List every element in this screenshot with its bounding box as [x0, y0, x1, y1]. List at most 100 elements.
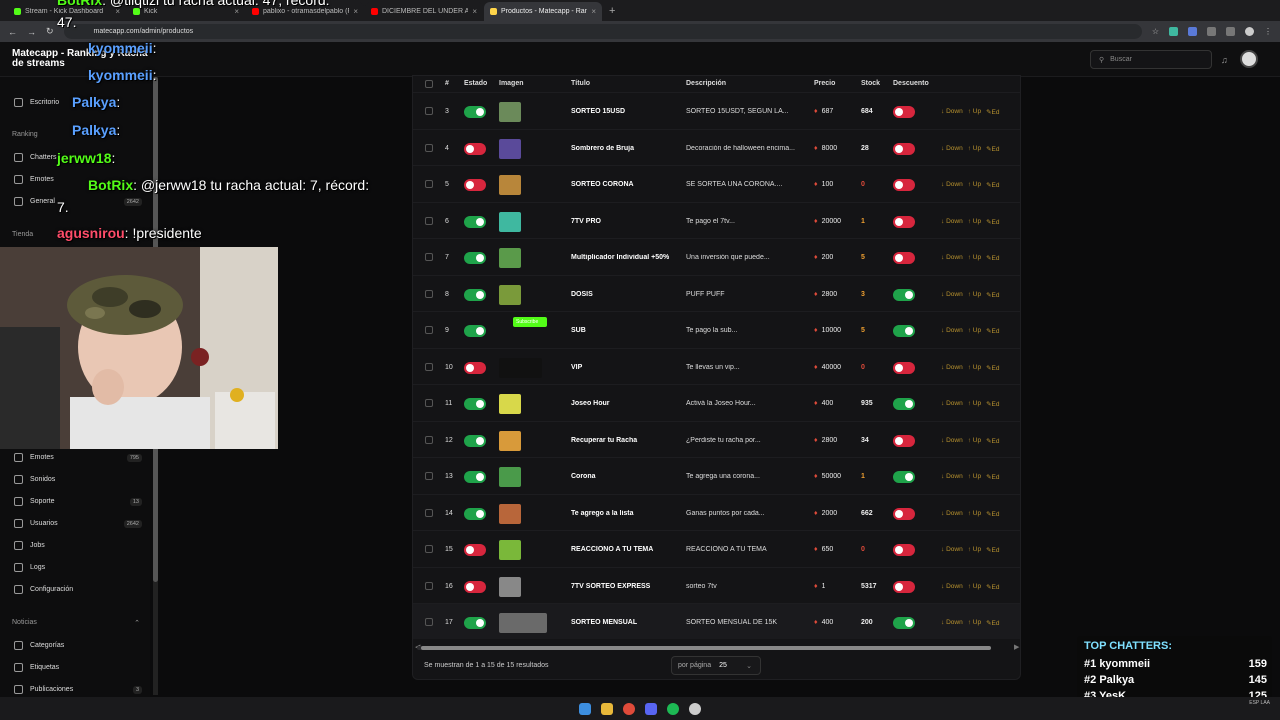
sidebar-item[interactable]: General 2642 [14, 197, 142, 206]
sidebar-item[interactable]: Etiquetas [14, 663, 142, 672]
estado-toggle[interactable] [464, 434, 486, 447]
row-checkbox[interactable] [425, 143, 433, 152]
table-row[interactable]: 10 VIP Te llevas un vip... ♦ 40000 0 ↓ Down ↑ U… [413, 347, 1020, 384]
estado-toggle[interactable] [464, 252, 486, 264]
row-checkbox[interactable] [425, 289, 433, 298]
descuento-toggle[interactable] [893, 507, 915, 520]
move-up-button[interactable]: ↑ Up [968, 327, 981, 335]
bookmark-star-icon[interactable]: ☆ [1152, 27, 1159, 36]
file-explorer-icon[interactable] [601, 702, 613, 715]
row-checkbox[interactable] [425, 107, 433, 115]
search-input[interactable]: ⚲ Buscar [1090, 50, 1212, 69]
extension-icon[interactable] [1207, 27, 1216, 36]
table-row[interactable]: 4 Sombrero de Bruja Decoración de hallowee… [413, 128, 1020, 165]
move-up-button[interactable]: ↑ Up [968, 254, 981, 262]
row-checkbox[interactable] [425, 216, 433, 225]
move-down-button[interactable]: ↓ Down [941, 145, 963, 153]
col-num[interactable]: # [445, 80, 449, 87]
table-row[interactable]: 12 Recuperar tu Racha ¿Perdiste tu racha p… [413, 420, 1020, 457]
sidebar-section-heading[interactable]: Noticias ⌃ [12, 619, 140, 627]
descuento-toggle[interactable] [893, 106, 915, 118]
table-row[interactable]: 11 Joseo Hour Activá la Joseo Hour... ♦ 400 9… [413, 384, 1020, 420]
close-tab-icon[interactable]: × [234, 7, 239, 16]
user-avatar[interactable] [1240, 50, 1258, 68]
move-up-button[interactable]: ↑ Up [968, 473, 981, 481]
move-up-button[interactable]: ↑ Up [968, 510, 981, 518]
move-down-button[interactable]: ↓ Down [941, 546, 963, 554]
move-down-button[interactable]: ↓ Down [941, 254, 963, 262]
col-descuento[interactable]: Descuento [893, 80, 929, 87]
move-down-button[interactable]: ↓ Down [941, 108, 963, 116]
close-tab-icon[interactable]: × [353, 7, 358, 16]
row-checkbox[interactable] [425, 362, 433, 371]
edit-button[interactable]: ✎Ed [986, 108, 999, 116]
move-down-button[interactable]: ↓ Down [941, 218, 963, 226]
move-down-button[interactable]: ↓ Down [941, 583, 963, 591]
estado-toggle[interactable] [464, 215, 486, 228]
move-down-button[interactable]: ↓ Down [941, 473, 963, 481]
move-up-button[interactable]: ↑ Up [968, 546, 981, 554]
col-estado[interactable]: Estado [464, 80, 487, 87]
move-down-button[interactable]: ↓ Down [941, 619, 963, 627]
move-down-button[interactable]: ↓ Down [941, 510, 963, 518]
move-up-button[interactable]: ↑ Up [968, 181, 981, 189]
sidebar-item[interactable]: Usuarios 2642 [14, 519, 142, 528]
move-up-button[interactable]: ↑ Up [968, 218, 981, 226]
sidebar-item[interactable]: Categorías [14, 641, 142, 650]
table-row[interactable]: 16 7TV SORTEO EXPRESS sorteo 7tv ♦ 1 5317 ↓ Do… [413, 566, 1020, 603]
descuento-toggle[interactable] [893, 398, 915, 410]
table-row[interactable]: 8 DOSIS PUFF PUFF ♦ 2800 3 ↓ Down ↑ Up ✎Ed [413, 274, 1020, 311]
estado-toggle[interactable] [464, 471, 486, 483]
chrome-icon[interactable] [623, 702, 635, 715]
estado-toggle[interactable] [464, 398, 486, 410]
discord-icon[interactable] [645, 702, 657, 715]
row-checkbox[interactable] [425, 618, 433, 626]
edit-button[interactable]: ✎Ed [986, 510, 999, 518]
system-tray[interactable]: ESP LAA [1249, 700, 1270, 707]
table-row[interactable]: 17 SORTEO MENSUAL SORTEO MENSUAL DE 15K ♦ 40… [413, 603, 1020, 639]
table-row[interactable]: 15 REACCIONO A TU TEMA REACCIONO A TU TEMA… [413, 530, 1020, 566]
estado-toggle[interactable] [464, 544, 486, 556]
row-checkbox[interactable] [425, 399, 433, 407]
descuento-toggle[interactable] [893, 434, 915, 447]
edit-button[interactable]: ✎Ed [986, 400, 999, 408]
scroll-right-icon[interactable]: ▶ [1014, 643, 1019, 651]
move-up-button[interactable]: ↑ Up [968, 108, 981, 116]
col-titulo[interactable]: Título [571, 80, 590, 87]
estado-toggle[interactable] [464, 617, 486, 629]
table-row[interactable]: 5 SORTEO CORONA SE SORTEA UNA CORONA.... ♦ 1… [413, 165, 1020, 201]
descuento-toggle[interactable] [893, 544, 915, 556]
back-icon[interactable]: ← [8, 27, 17, 37]
descuento-toggle[interactable] [893, 325, 915, 337]
col-precio[interactable]: Precio [814, 80, 835, 87]
extension-icon[interactable] [1169, 27, 1178, 36]
sidebar-item[interactable]: Emotes 795 [14, 453, 142, 462]
descuento-toggle[interactable] [893, 288, 915, 301]
edit-button[interactable]: ✎Ed [986, 546, 999, 554]
estado-toggle[interactable] [464, 580, 486, 593]
close-tab-icon[interactable]: × [115, 7, 120, 16]
row-checkbox[interactable] [425, 326, 433, 334]
table-row[interactable]: 9 Subscribe SUB Te pago la sub... ♦ 10000 5 ↓ D… [413, 311, 1020, 347]
move-down-button[interactable]: ↓ Down [941, 364, 963, 372]
row-checkbox[interactable] [425, 253, 433, 261]
estado-toggle[interactable] [464, 507, 486, 520]
estado-toggle[interactable] [464, 142, 486, 155]
descuento-toggle[interactable] [893, 215, 915, 228]
edit-button[interactable]: ✎Ed [986, 473, 999, 481]
menu-dots-icon[interactable]: ⋮ [1264, 27, 1272, 36]
estado-toggle[interactable] [464, 288, 486, 301]
edit-button[interactable]: ✎Ed [986, 437, 999, 445]
estado-toggle[interactable] [464, 179, 486, 191]
table-horizontal-scrollbar[interactable]: ◀ ▶ [413, 643, 1020, 652]
extensions-puzzle-icon[interactable] [1226, 27, 1235, 36]
sidebar-item[interactable]: Soporte 13 [14, 497, 142, 506]
reload-icon[interactable]: ↻ [46, 26, 54, 37]
move-down-button[interactable]: ↓ Down [941, 437, 963, 445]
row-checkbox[interactable] [425, 545, 433, 553]
new-tab-button[interactable]: + [603, 5, 621, 21]
browser-tab[interactable]: DICIEMBRE DEL UNDER ARGEN...× [365, 2, 483, 21]
extension-icon[interactable] [1188, 27, 1197, 36]
close-tab-icon[interactable]: × [472, 7, 477, 16]
table-row[interactable]: 13 Corona Te agrega una corona... ♦ 50000 1 ↓ … [413, 457, 1020, 493]
